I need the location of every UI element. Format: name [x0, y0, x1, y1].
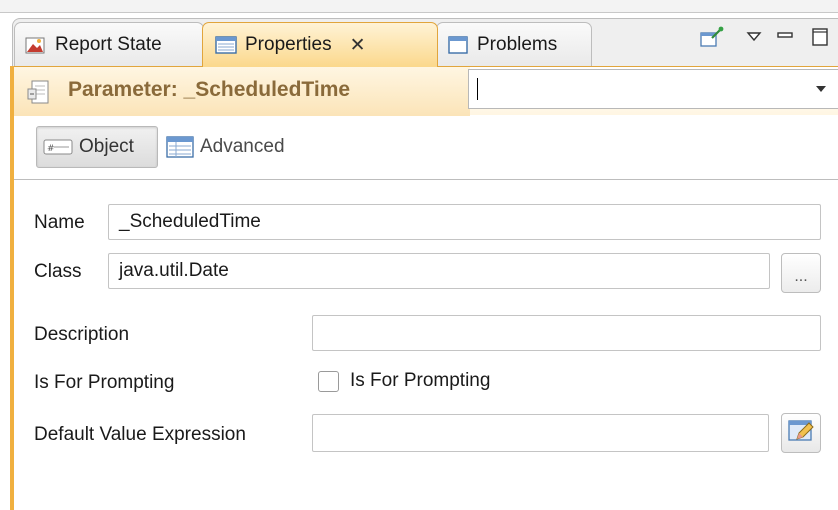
header-title-area: Parameter: _ScheduledTime	[14, 67, 470, 116]
prompting-checkbox[interactable]	[318, 371, 339, 392]
maximize-icon[interactable]	[808, 26, 832, 48]
tab-label: Problems	[477, 33, 558, 55]
tab-label: Properties	[245, 34, 332, 55]
tab-properties[interactable]: Properties ✕	[202, 22, 438, 67]
problems-icon	[447, 35, 469, 55]
class-label: Class	[34, 261, 82, 282]
object-icon: #	[43, 139, 73, 155]
class-field[interactable]: java.util.Date	[108, 253, 770, 289]
advanced-mode-label: Advanced	[200, 136, 285, 157]
name-value: _ScheduledTime	[119, 211, 261, 232]
browse-class-button[interactable]: ...	[781, 253, 821, 293]
page-title: Parameter: _ScheduledTime	[68, 78, 351, 101]
window-top-strip	[0, 0, 838, 13]
description-label: Description	[34, 324, 130, 345]
class-value: java.util.Date	[119, 260, 229, 281]
section-divider	[14, 179, 838, 180]
object-mode-button[interactable]: # Object	[36, 126, 158, 168]
accent-rule	[10, 66, 14, 510]
object-mode-label: Object	[79, 136, 134, 157]
view-menu-icon[interactable]	[744, 26, 764, 48]
report-state-icon	[25, 35, 47, 55]
chevron-down-icon[interactable]	[816, 86, 826, 92]
advanced-mode-button[interactable]: Advanced	[166, 126, 316, 168]
close-icon[interactable]: ✕	[350, 34, 366, 57]
prompting-label: Is For Prompting	[34, 372, 175, 393]
description-field[interactable]	[312, 315, 821, 351]
pin-icon[interactable]	[698, 26, 726, 48]
tab-label: Report State	[55, 33, 162, 55]
default-value-label: Default Value Expression	[34, 424, 246, 445]
default-value-field[interactable]	[312, 414, 769, 452]
name-field[interactable]: _ScheduledTime	[108, 204, 821, 240]
expression-editor-button[interactable]	[781, 413, 821, 453]
svg-text:#: #	[47, 144, 55, 154]
browse-label: ...	[794, 268, 808, 285]
name-label: Name	[34, 212, 85, 233]
properties-icon	[215, 35, 237, 55]
minimize-icon[interactable]	[774, 26, 796, 48]
parameter-icon	[26, 79, 52, 112]
prompting-checkbox-label[interactable]: Is For Prompting	[350, 370, 490, 392]
selection-combo[interactable]	[468, 69, 838, 109]
tab-problems[interactable]: Problems	[436, 22, 592, 66]
advanced-icon	[166, 135, 194, 159]
tab-report-state[interactable]: Report State	[14, 22, 204, 66]
text-caret	[477, 78, 478, 100]
properties-view: Report State Properties ✕ Problems Param…	[0, 0, 838, 510]
expression-editor-icon	[787, 418, 815, 449]
